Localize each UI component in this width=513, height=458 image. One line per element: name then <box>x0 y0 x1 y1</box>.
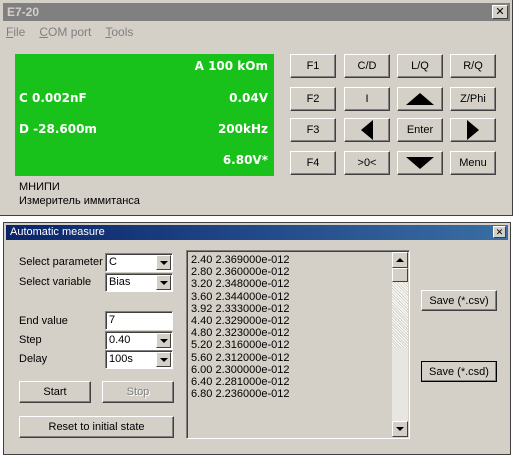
display-secondary-value: D -28.600m <box>19 122 97 136</box>
arrow-up-icon <box>396 258 404 262</box>
brand-name: МНИПИ <box>19 181 60 193</box>
display-frequency: 200kHz <box>217 122 268 136</box>
list-item[interactable]: 3.20 2.348000e-012 <box>191 278 289 290</box>
f3-button[interactable]: F3 <box>290 118 336 142</box>
reset-button[interactable]: Reset to initial state <box>19 416 174 438</box>
end-value-label: End value <box>19 315 68 327</box>
chevron-down-icon[interactable] <box>156 275 171 290</box>
select-parameter-label: Select parameter <box>19 256 103 268</box>
step-label: Step <box>19 334 42 346</box>
delay-label: Delay <box>19 353 48 365</box>
scroll-up-button[interactable] <box>392 252 408 268</box>
list-item[interactable]: 6.40 2.281000e-012 <box>191 376 289 388</box>
f1-button[interactable]: F1 <box>290 54 336 78</box>
sub-window-title: Automatic measure <box>10 226 105 238</box>
list-item[interactable]: 2.40 2.369000e-012 <box>191 254 289 266</box>
right-arrow-icon <box>467 120 479 140</box>
stop-button[interactable]: Stop <box>102 381 174 403</box>
step-select[interactable]: 0.40 <box>105 331 173 350</box>
display-primary-value: C 0.002nF <box>19 91 87 105</box>
scroll-thumb[interactable] <box>392 268 408 282</box>
down-arrow-icon <box>406 157 434 169</box>
down-button[interactable] <box>397 151 443 175</box>
lq-button[interactable]: L/Q <box>397 54 443 78</box>
up-arrow-icon <box>406 93 434 105</box>
scroll-track[interactable] <box>392 282 408 348</box>
sub-titlebar[interactable]: Automatic measure ✕ <box>6 225 508 240</box>
chevron-down-icon[interactable] <box>156 352 171 367</box>
up-button[interactable] <box>397 87 443 111</box>
parameter-select-value: C <box>109 256 117 268</box>
results-scrollbar[interactable] <box>392 252 408 437</box>
chevron-down-icon[interactable] <box>156 255 171 270</box>
list-item[interactable]: 2.80 2.360000e-012 <box>191 266 289 278</box>
automatic-measure-window: Automatic measure ✕ Select parameter C S… <box>3 222 511 455</box>
variable-select[interactable]: Bias <box>105 273 173 292</box>
list-item[interactable]: 6.00 2.300000e-012 <box>191 364 289 376</box>
main-window: E7-20 ✕ File COM port Tools A 100 kOm C … <box>0 0 513 216</box>
list-item[interactable]: 4.40 2.329000e-012 <box>191 315 289 327</box>
display-bias: 6.80V* <box>222 153 268 167</box>
zero-button[interactable]: >0< <box>344 151 390 175</box>
list-item[interactable]: 4.80 2.323000e-012 <box>191 327 289 339</box>
variable-select-value: Bias <box>109 276 131 288</box>
delay-select-value: 100s <box>109 353 133 365</box>
display-range: A 100 kOm <box>194 59 268 73</box>
zphi-button[interactable]: Z/Phi <box>450 87 496 111</box>
rq-button[interactable]: R/Q <box>450 54 496 78</box>
save-csd-button[interactable]: Save (*.csd) <box>421 361 497 382</box>
device-description: Измеритель иммитанса <box>19 195 140 207</box>
left-arrow-icon <box>361 120 373 140</box>
cd-button[interactable]: C/D <box>344 54 390 78</box>
results-list[interactable]: 2.40 2.369000e-012 2.80 2.360000e-012 3.20… <box>186 250 410 439</box>
delay-select[interactable]: 100s <box>105 350 173 369</box>
i-button[interactable]: I <box>344 87 390 111</box>
save-csv-button[interactable]: Save (*.csv) <box>421 290 497 311</box>
list-item[interactable]: 5.20 2.316000e-012 <box>191 339 289 351</box>
menu-com-port[interactable]: COM port <box>39 25 91 43</box>
measurement-display: A 100 kOm C 0.002nF 0.04V D -28.600m 200… <box>15 54 274 176</box>
close-icon[interactable]: ✕ <box>492 5 508 19</box>
display-voltage: 0.04V <box>229 91 268 105</box>
main-titlebar[interactable]: E7-20 ✕ <box>3 3 510 21</box>
menu-file[interactable]: File <box>6 25 25 43</box>
list-item[interactable]: 6.80 2.236000e-012 <box>191 388 289 400</box>
window-title: E7-20 <box>7 5 40 19</box>
menu-button[interactable]: Menu <box>450 151 496 175</box>
scroll-down-button[interactable] <box>392 421 408 437</box>
parameter-select[interactable]: C <box>105 253 173 272</box>
chevron-down-icon[interactable] <box>156 333 171 348</box>
results-lines: 2.40 2.369000e-012 2.80 2.360000e-012 3.20… <box>191 254 289 400</box>
list-item[interactable]: 5.60 2.312000e-012 <box>191 352 289 364</box>
enter-button[interactable]: Enter <box>397 118 443 142</box>
menu-tools[interactable]: Tools <box>105 25 133 43</box>
step-select-value: 0.40 <box>109 334 131 346</box>
left-button[interactable] <box>344 118 390 142</box>
select-variable-label: Select variable <box>19 276 92 288</box>
f4-button[interactable]: F4 <box>290 151 336 175</box>
list-item[interactable]: 3.60 2.344000e-012 <box>191 291 289 303</box>
end-value-input[interactable]: 7 <box>105 311 173 330</box>
arrow-down-icon <box>396 427 404 431</box>
start-button[interactable]: Start <box>19 381 91 403</box>
close-icon[interactable]: ✕ <box>493 226 506 238</box>
right-button[interactable] <box>450 118 496 142</box>
list-item[interactable]: 3.92 2.333000e-012 <box>191 303 289 315</box>
menu-bar: File COM port Tools <box>6 25 133 43</box>
f2-button[interactable]: F2 <box>290 87 336 111</box>
